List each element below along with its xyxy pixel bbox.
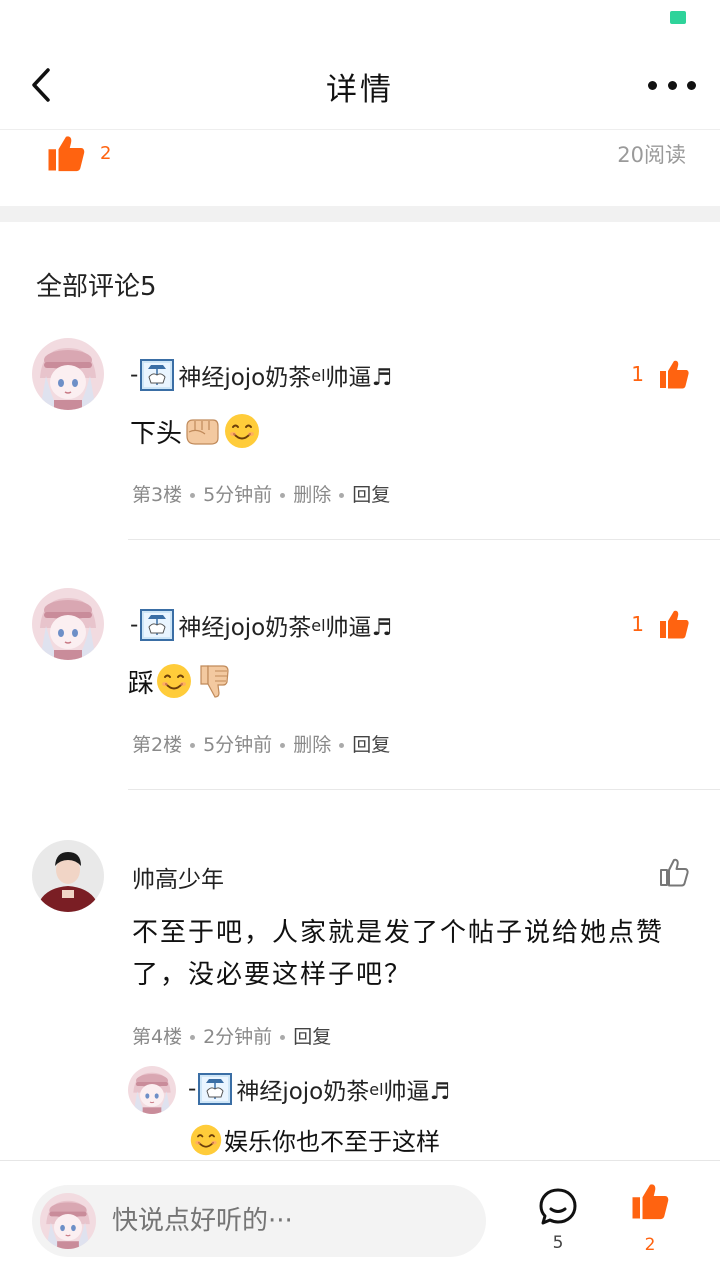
smile-emoji-icon: [155, 662, 193, 700]
smile-emoji-icon: [189, 1123, 223, 1157]
avatar: [40, 1193, 96, 1249]
reply-author[interactable]: - 神经jojo奶茶 el 帅逼♬: [188, 1072, 450, 1106]
author-name: 神经jojo奶茶: [178, 615, 312, 641]
bottom-like-button[interactable]: 2: [628, 1181, 672, 1257]
author-name-suffix: 帅逼♬: [325, 615, 393, 641]
comment-meta: 第3楼 5分钟前 删除 回复: [132, 480, 390, 507]
author-name-sup: el: [369, 1079, 384, 1099]
bottom-bar: 5 2: [0, 1160, 720, 1280]
read-count: 20阅读: [617, 143, 686, 167]
author-prefix: -: [130, 362, 139, 388]
author-name-sup: el: [311, 365, 326, 385]
section-divider: [0, 206, 720, 222]
comment-like-button[interactable]: 1: [631, 358, 690, 390]
comment-text: 不至于吧，人家就是发了个帖子说给她点赞了，没必要这样子吧？: [132, 918, 665, 990]
more-dot-icon: [687, 80, 696, 90]
author-name-sup: el: [311, 615, 326, 635]
thumbs-up-icon: [658, 608, 690, 640]
avatar[interactable]: [32, 588, 104, 660]
author-name-suffix: 帅逼♬: [325, 365, 393, 391]
battery-icon: [670, 11, 686, 24]
thumbs-down-emoji-icon: [195, 662, 233, 700]
delete-button[interactable]: 删除: [293, 484, 331, 506]
comment-input-box[interactable]: [32, 1185, 486, 1257]
comment-like-button[interactable]: 1: [631, 608, 690, 640]
comment-button[interactable]: 5: [536, 1185, 580, 1257]
comments-title: 全部评论5: [36, 272, 157, 302]
top-nav: 详情: [0, 40, 720, 130]
avatar[interactable]: [32, 840, 104, 912]
comment-like-count: 1: [631, 612, 644, 636]
more-dot-icon: [648, 80, 657, 90]
more-options-button[interactable]: [648, 70, 696, 100]
comment-floor: 第3楼: [132, 484, 183, 506]
delete-button[interactable]: 删除: [293, 734, 331, 756]
reply-button[interactable]: 回复: [352, 734, 390, 756]
reply-button[interactable]: 回复: [293, 1026, 331, 1048]
comment-meta: 第4楼 2分钟前 回复: [132, 1022, 331, 1049]
author-prefix: -: [188, 1076, 197, 1102]
comment-author[interactable]: 帅高少年: [132, 860, 224, 894]
comment-author[interactable]: - 神经jojo奶茶 el 帅逼♬: [130, 608, 392, 642]
page-title: 详情: [326, 72, 394, 108]
reply-text: 娱乐你也不至于这样: [188, 1122, 440, 1157]
fist-emoji-icon: [183, 412, 221, 450]
smile-emoji-icon: [223, 412, 261, 450]
post-stats: 2 20阅读: [0, 131, 720, 206]
comment-floor: 第2楼: [132, 734, 183, 756]
author-name: 神经jojo奶茶: [178, 365, 312, 391]
comment-time: 5分钟前: [203, 484, 273, 506]
comment-floor: 第4楼: [132, 1026, 183, 1048]
comment-meta: 第2楼 5分钟前 删除 回复: [132, 730, 390, 757]
comment-time: 5分钟前: [203, 734, 273, 756]
divider: [128, 539, 720, 540]
comment-bubble-icon: [539, 1188, 577, 1225]
comment-count: 5: [552, 1233, 564, 1253]
more-dot-icon: [667, 80, 677, 90]
avatar[interactable]: [128, 1066, 176, 1114]
comment-text-content: 下头: [130, 418, 183, 449]
comment-author[interactable]: - 神经jojo奶茶 el 帅逼♬: [130, 358, 392, 392]
author-name: 神经jojo奶茶: [236, 1079, 370, 1105]
reply-button[interactable]: 回复: [352, 484, 390, 506]
carousel-badge-icon: [140, 359, 174, 391]
post-like-count: 2: [100, 143, 112, 164]
thumbs-up-icon: [630, 1181, 670, 1221]
comment-text: 踩: [128, 662, 234, 700]
status-bar: [0, 0, 720, 40]
reply-text-content: 娱乐你也不至于这样: [224, 1128, 440, 1156]
comment-input[interactable]: [112, 1185, 472, 1257]
author-prefix: -: [130, 612, 139, 638]
thumbs-up-icon: [658, 358, 690, 390]
like-icon[interactable]: [46, 133, 86, 173]
thumbs-up-outline-icon: [658, 856, 690, 888]
divider: [128, 789, 720, 790]
carousel-badge-icon: [198, 1073, 232, 1105]
author-name: 帅高少年: [132, 867, 224, 893]
author-name-suffix: 帅逼♬: [383, 1079, 451, 1105]
comment-like-count: 1: [631, 362, 644, 386]
comment-text-content: 踩: [128, 668, 155, 699]
comment-like-button[interactable]: [658, 856, 690, 888]
comment-time: 2分钟前: [203, 1026, 273, 1048]
comment-text: 下头: [130, 412, 262, 450]
carousel-badge-icon: [140, 609, 174, 641]
bottom-like-count: 2: [644, 1235, 656, 1255]
avatar[interactable]: [32, 338, 104, 410]
